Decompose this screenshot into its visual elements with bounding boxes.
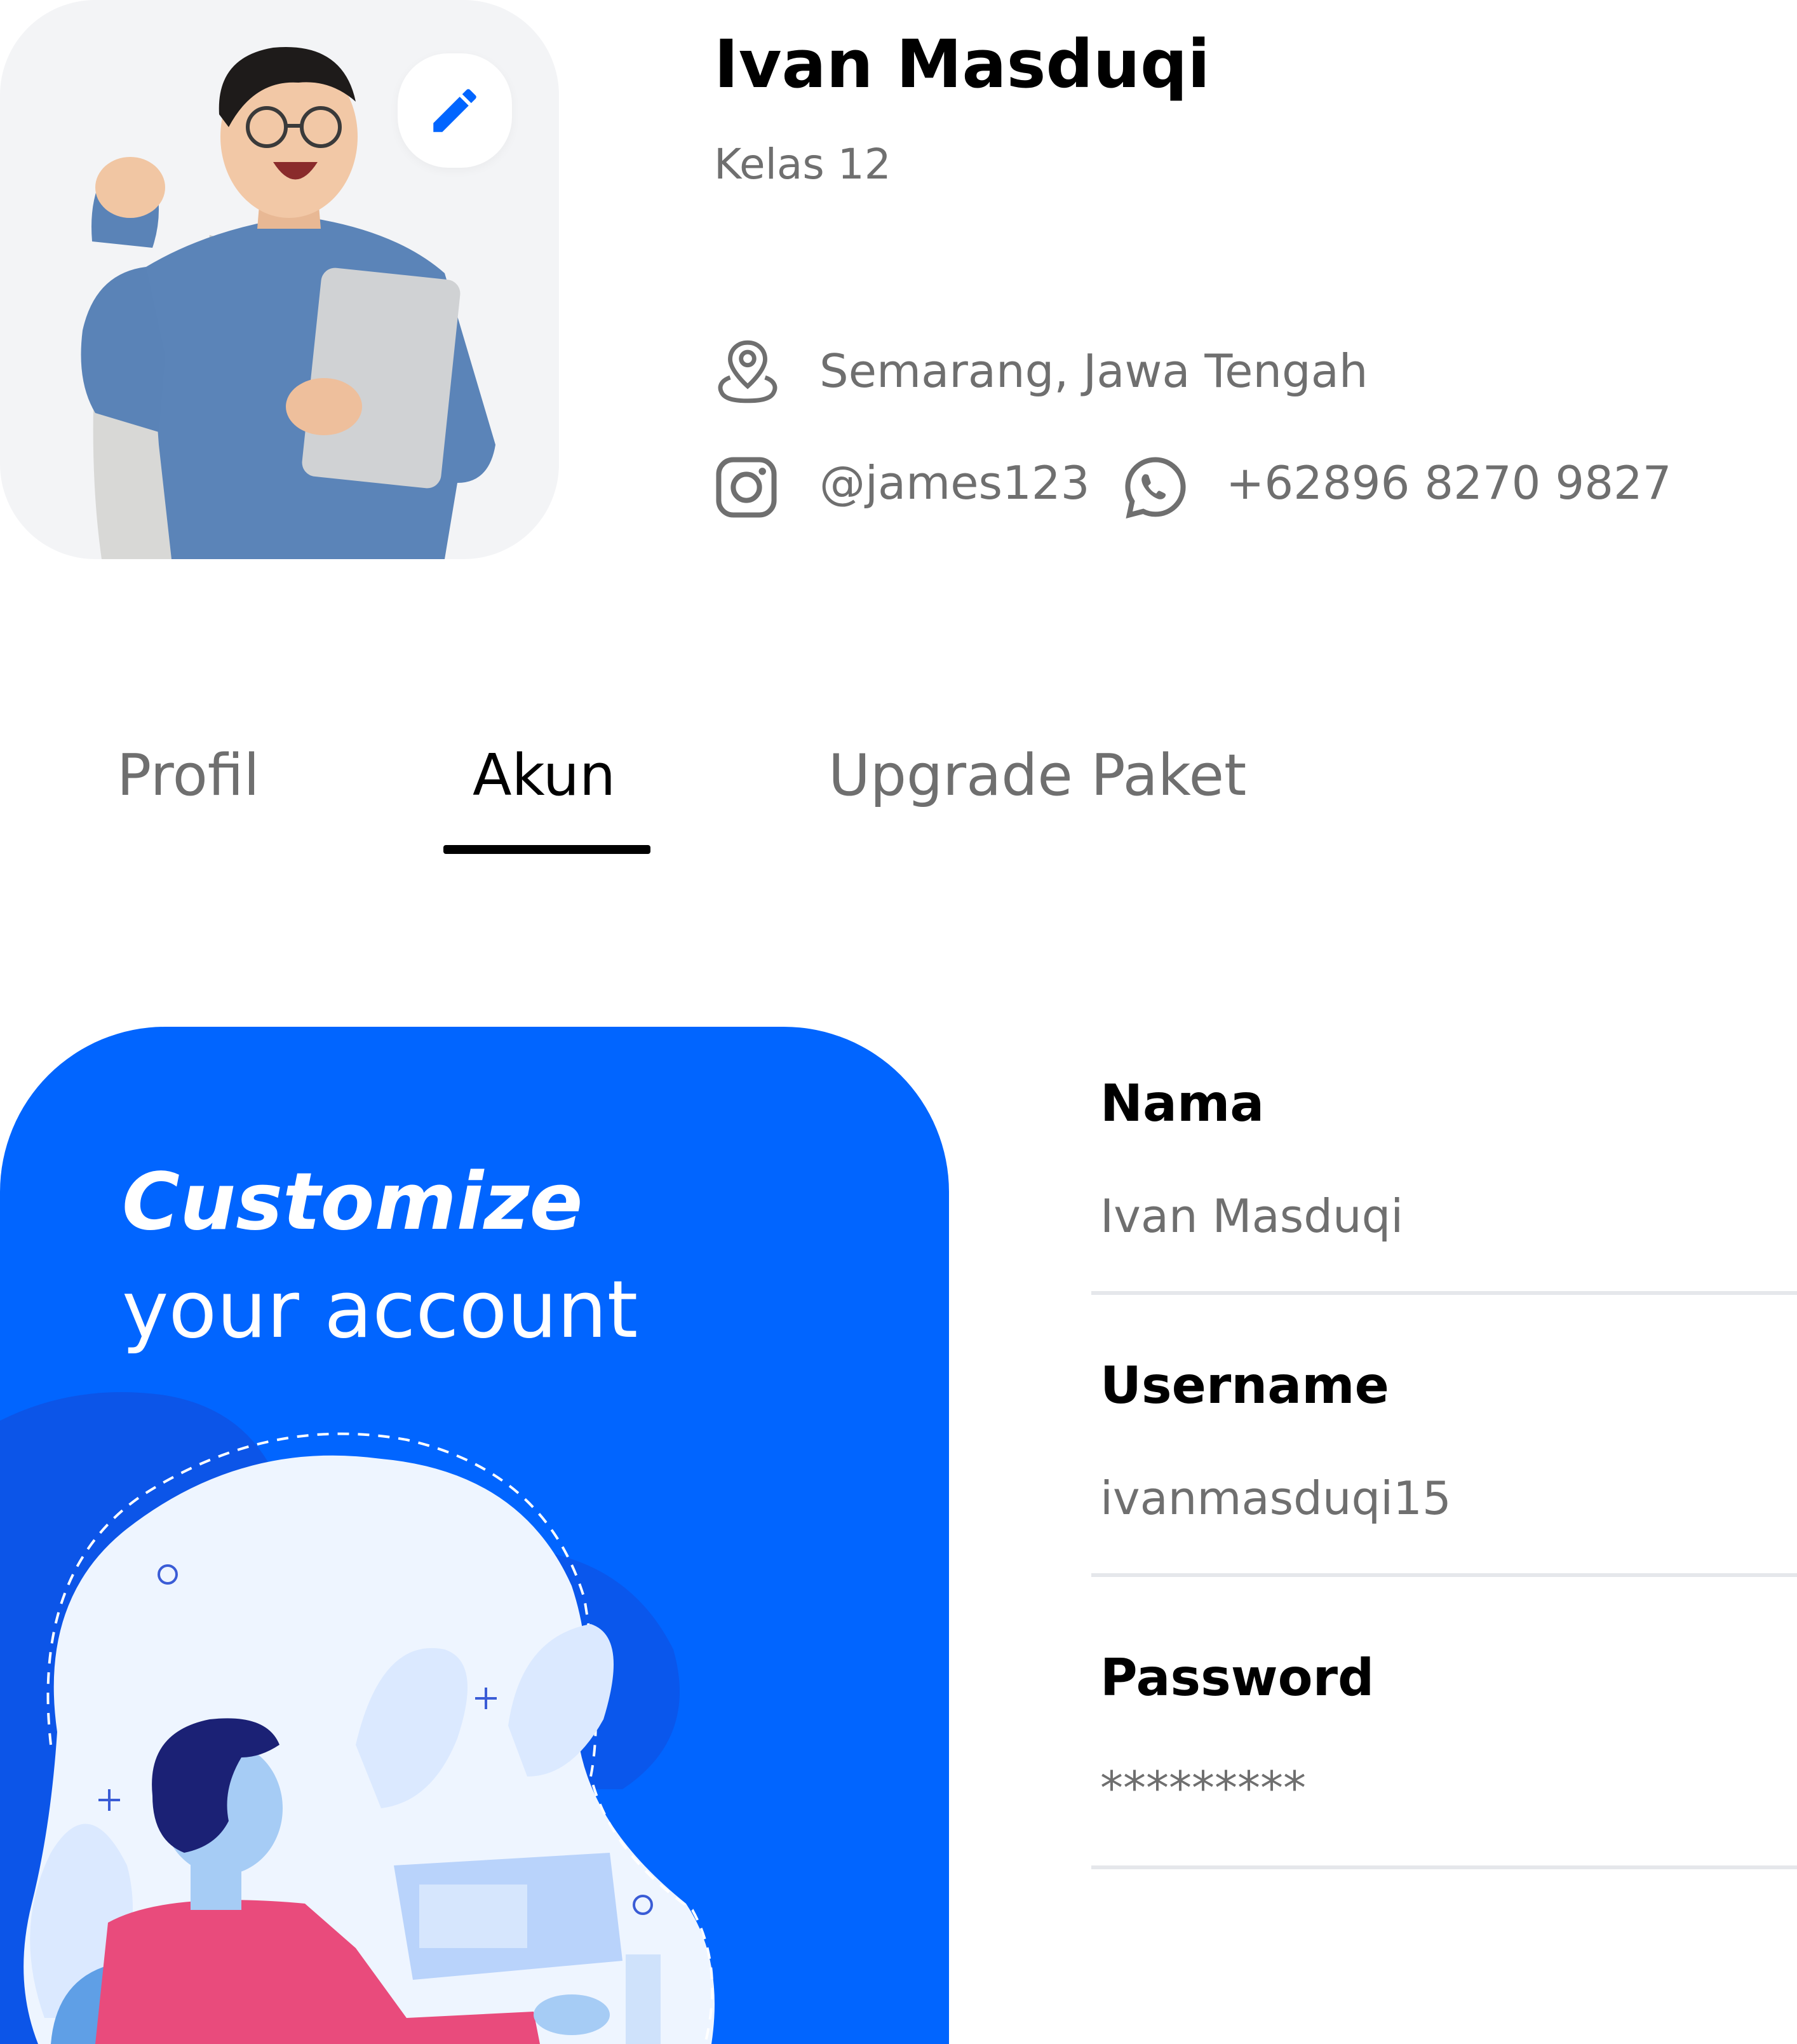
promo-title: Customize [122, 1156, 583, 1248]
active-tab-indicator [443, 845, 650, 854]
divider [1091, 1573, 1797, 1577]
divider [1091, 1291, 1797, 1295]
pencil-icon [433, 89, 476, 132]
location-text: Semarang, Jawa Tengah [819, 344, 1368, 398]
profile-class: Kelas 12 [714, 140, 891, 189]
field-label-username: Username [1100, 1356, 1389, 1415]
password-field[interactable]: ********* [1100, 1761, 1306, 1815]
whatsapp-icon [1125, 457, 1186, 519]
location-icon-wrap [713, 337, 783, 409]
instagram-icon-wrap[interactable] [711, 452, 781, 525]
promo-subtitle: your account [122, 1264, 638, 1356]
instagram-icon [716, 457, 777, 518]
instagram-handle[interactable]: @james123 [819, 456, 1090, 510]
whatsapp-icon-wrap[interactable] [1121, 452, 1190, 525]
field-label-nama: Nama [1100, 1074, 1265, 1133]
edit-photo-button[interactable] [398, 53, 512, 168]
field-label-password: Password [1100, 1648, 1375, 1707]
profile-name: Ivan Masduqi [714, 25, 1211, 103]
whatsapp-number[interactable]: +62896 8270 9827 [1226, 456, 1672, 510]
tab-akun[interactable]: Akun [473, 742, 616, 809]
tab-profil[interactable]: Profil [117, 742, 259, 809]
divider [1091, 1865, 1797, 1869]
username-field[interactable]: ivanmasduqi15 [1100, 1472, 1451, 1525]
location-pin-icon [718, 340, 777, 403]
tab-upgrade-paket[interactable]: Upgrade Paket [828, 742, 1246, 809]
nama-field[interactable]: Ivan Masduqi [1100, 1189, 1403, 1243]
